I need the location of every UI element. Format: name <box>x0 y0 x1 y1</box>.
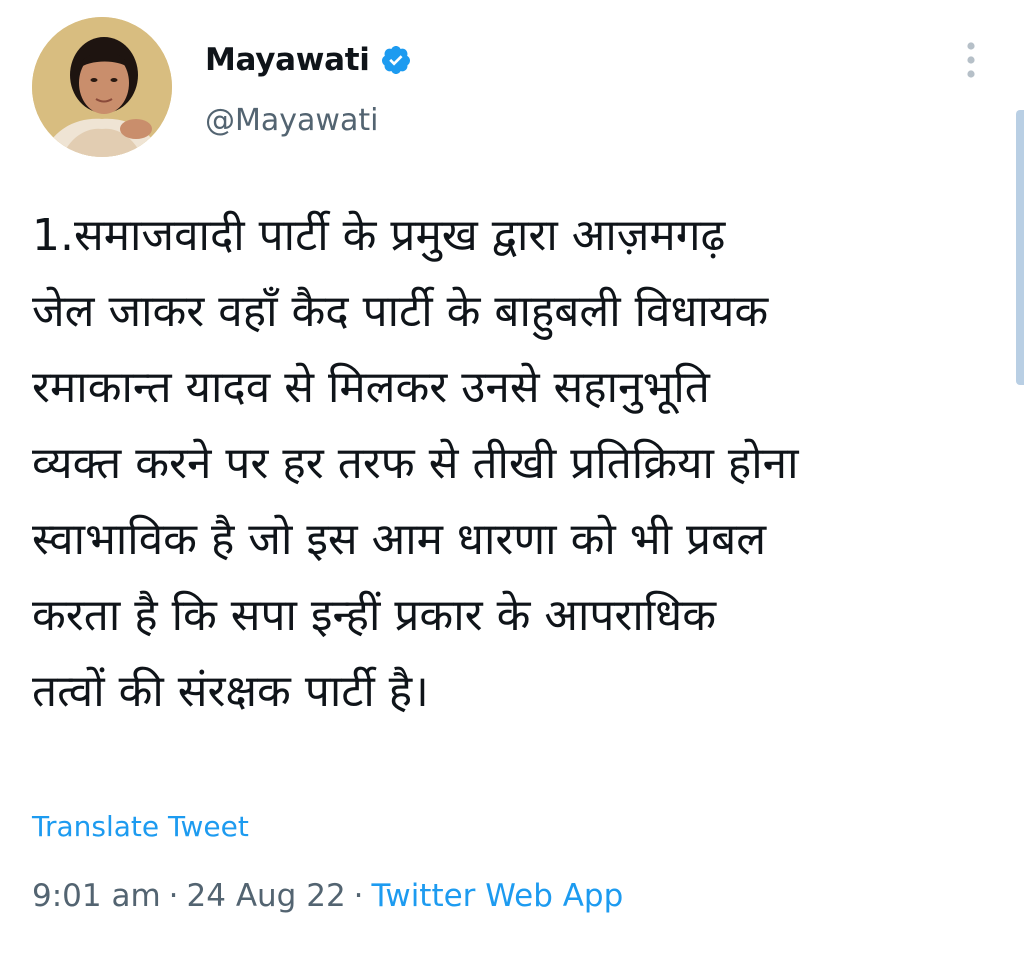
display-name[interactable]: Mayawati <box>205 42 370 78</box>
scrollbar[interactable] <box>1016 110 1024 385</box>
profile-photo <box>32 17 172 157</box>
more-vertical-icon[interactable] <box>955 38 987 84</box>
tweet-time[interactable]: 9:01 am <box>32 878 161 914</box>
separator-dot: · <box>168 878 179 914</box>
author-handle[interactable]: @Mayawati <box>205 103 378 138</box>
separator-dot: · <box>353 878 364 914</box>
tweet-date[interactable]: 24 Aug 22 <box>187 878 346 914</box>
translate-tweet-link[interactable]: Translate Tweet <box>32 810 249 843</box>
tweet-text: 1.समाजवादी पार्टी के प्रमुख द्वारा आज़मग… <box>32 210 799 717</box>
avatar[interactable] <box>32 17 172 157</box>
tweet-metadata: 9:01 am · 24 Aug 22 · Twitter Web App <box>32 878 623 914</box>
tweet-source-link[interactable]: Twitter Web App <box>372 878 624 914</box>
author-name-row[interactable]: Mayawati <box>205 38 412 82</box>
verified-badge-icon <box>380 44 412 76</box>
